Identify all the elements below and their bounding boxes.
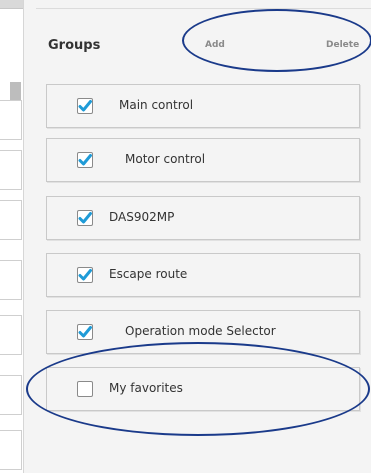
left-header-bar [0, 0, 23, 9]
group-row-motor-control[interactable]: Motor control [46, 138, 360, 182]
checkbox[interactable] [77, 267, 93, 283]
group-row-das902mp[interactable]: DAS902MP [46, 196, 360, 240]
delete-group-button[interactable]: Delete [326, 40, 359, 50]
group-row-operation-mode-selector[interactable]: Operation mode Selector [46, 310, 360, 354]
checkbox[interactable] [77, 98, 93, 114]
panel-top-divider [36, 0, 371, 9]
checkmark-icon [78, 100, 92, 112]
scrollbar-thumb[interactable] [10, 82, 21, 102]
groups-title: Groups [48, 38, 101, 53]
group-row-main-control[interactable]: Main control [46, 84, 360, 128]
checkbox[interactable] [77, 152, 93, 168]
checkbox[interactable] [77, 210, 93, 226]
checkmark-icon [78, 154, 92, 166]
list-item[interactable] [0, 260, 22, 300]
group-label: Main control [119, 98, 194, 112]
group-label: Operation mode Selector [125, 324, 276, 338]
list-item[interactable] [0, 375, 22, 415]
group-row-my-favorites[interactable]: My favorites [46, 367, 360, 411]
list-item[interactable] [0, 315, 22, 355]
left-list-pane [0, 0, 24, 473]
list-item[interactable] [0, 150, 22, 190]
checkbox[interactable] [77, 324, 93, 340]
group-label: DAS902MP [109, 210, 175, 224]
list-item[interactable] [0, 430, 22, 470]
checkmark-icon [78, 326, 92, 338]
group-label: My favorites [109, 381, 183, 395]
checkmark-icon [78, 269, 92, 281]
checkmark-icon [78, 212, 92, 224]
group-row-escape-route[interactable]: Escape route [46, 253, 360, 297]
list-item[interactable] [0, 100, 22, 140]
group-label: Escape route [109, 267, 188, 281]
checkbox[interactable] [77, 381, 93, 397]
add-group-button[interactable]: Add [205, 40, 225, 50]
list-item[interactable] [0, 200, 22, 240]
group-label: Motor control [125, 152, 206, 166]
